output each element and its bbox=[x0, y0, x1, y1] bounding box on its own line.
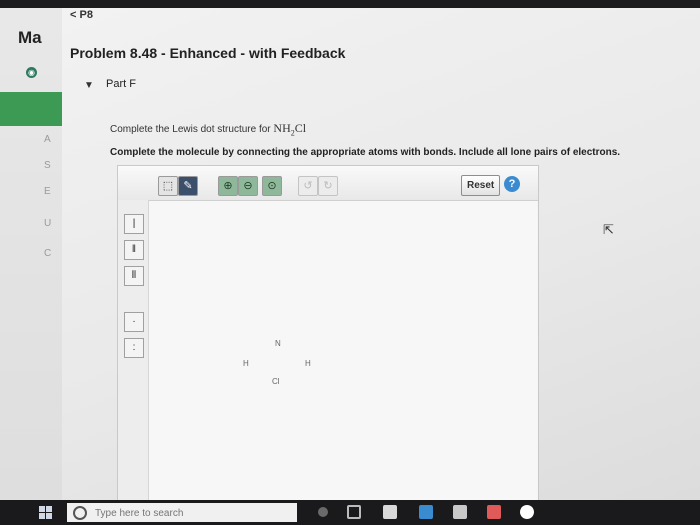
atom-hydrogen-left[interactable]: H bbox=[243, 359, 249, 368]
store-icon[interactable] bbox=[453, 505, 467, 519]
task-view-icon[interactable] bbox=[347, 505, 361, 519]
status-dot-icon[interactable]: ◉ bbox=[26, 67, 37, 78]
part-label[interactable]: Part F bbox=[106, 78, 136, 90]
edge-browser-icon[interactable] bbox=[419, 505, 433, 519]
active-section-bar[interactable] bbox=[0, 92, 62, 126]
atom-chlorine[interactable]: Cl bbox=[272, 377, 280, 386]
lewis-structure-editor: ⬚ ✎ ⊕ ⊖ ⊙ ↺ ↻ Reset ? | ‖ ⦀ · : N H H Cl bbox=[117, 165, 539, 502]
sidebar-letter: C bbox=[44, 248, 52, 259]
taskbar-search-input[interactable] bbox=[93, 505, 292, 521]
mouse-cursor-icon: ⇱ bbox=[603, 222, 614, 237]
sidebar-letter: U bbox=[44, 218, 52, 229]
app-icon[interactable] bbox=[520, 505, 534, 519]
back-link[interactable]: < P8 bbox=[70, 9, 93, 21]
sidebar-letter: A bbox=[44, 134, 51, 145]
pencil-icon[interactable]: ✎ bbox=[178, 176, 198, 196]
chemical-formula: NH2Cl bbox=[273, 121, 307, 138]
help-icon[interactable]: ? bbox=[504, 176, 520, 192]
atom-hydrogen-right[interactable]: H bbox=[305, 359, 311, 368]
microphone-icon[interactable] bbox=[318, 507, 328, 517]
reset-button[interactable]: Reset bbox=[461, 175, 501, 196]
screen-bezel bbox=[0, 0, 700, 8]
problem-page: < P8 Problem 8.48 - Enhanced - with Feed… bbox=[62, 8, 700, 502]
editor-toolbar: ⬚ ✎ ⊕ ⊖ ⊙ ↺ ↻ Reset ? bbox=[118, 166, 538, 201]
selection-icon[interactable]: ⬚ bbox=[158, 176, 178, 196]
mail-icon[interactable] bbox=[487, 505, 501, 519]
atom-nitrogen[interactable]: N bbox=[275, 339, 281, 348]
cortana-icon bbox=[73, 506, 87, 520]
redo-icon[interactable]: ↻ bbox=[318, 176, 338, 196]
zoom-out-icon[interactable]: ⊖ bbox=[238, 176, 258, 196]
taskbar bbox=[0, 500, 700, 525]
double-bond-icon[interactable]: ‖ bbox=[124, 240, 144, 260]
sidebar-letter: E bbox=[44, 186, 51, 197]
zoom-fit-icon[interactable]: ⊙ bbox=[262, 176, 282, 196]
app-title-fragment: Ma bbox=[18, 28, 42, 47]
file-explorer-icon[interactable] bbox=[383, 505, 397, 519]
taskbar-search[interactable] bbox=[67, 503, 297, 522]
zoom-in-icon[interactable]: ⊕ bbox=[218, 176, 238, 196]
windows-start-icon[interactable] bbox=[39, 506, 52, 519]
drawing-canvas[interactable]: N H H Cl bbox=[149, 201, 537, 500]
single-bond-icon[interactable]: | bbox=[124, 214, 144, 234]
collapse-caret-icon[interactable]: ▼ bbox=[84, 80, 94, 91]
background-app-sidebar: Ma ◉ A S E U C bbox=[0, 8, 62, 500]
problem-title: Problem 8.48 - Enhanced - with Feedback bbox=[70, 45, 346, 61]
triple-bond-icon[interactable]: ⦀ bbox=[124, 266, 144, 286]
sidebar-letter: S bbox=[44, 160, 51, 171]
electron-pair-icon[interactable]: : bbox=[124, 338, 144, 358]
question-text: Complete the Lewis dot structure for NH2… bbox=[110, 121, 307, 138]
lone-pair-icon[interactable]: · bbox=[124, 312, 144, 332]
instruction-text: Complete the molecule by connecting the … bbox=[110, 147, 621, 158]
bond-tool-palette: | ‖ ⦀ · : bbox=[118, 200, 149, 501]
undo-icon[interactable]: ↺ bbox=[298, 176, 318, 196]
